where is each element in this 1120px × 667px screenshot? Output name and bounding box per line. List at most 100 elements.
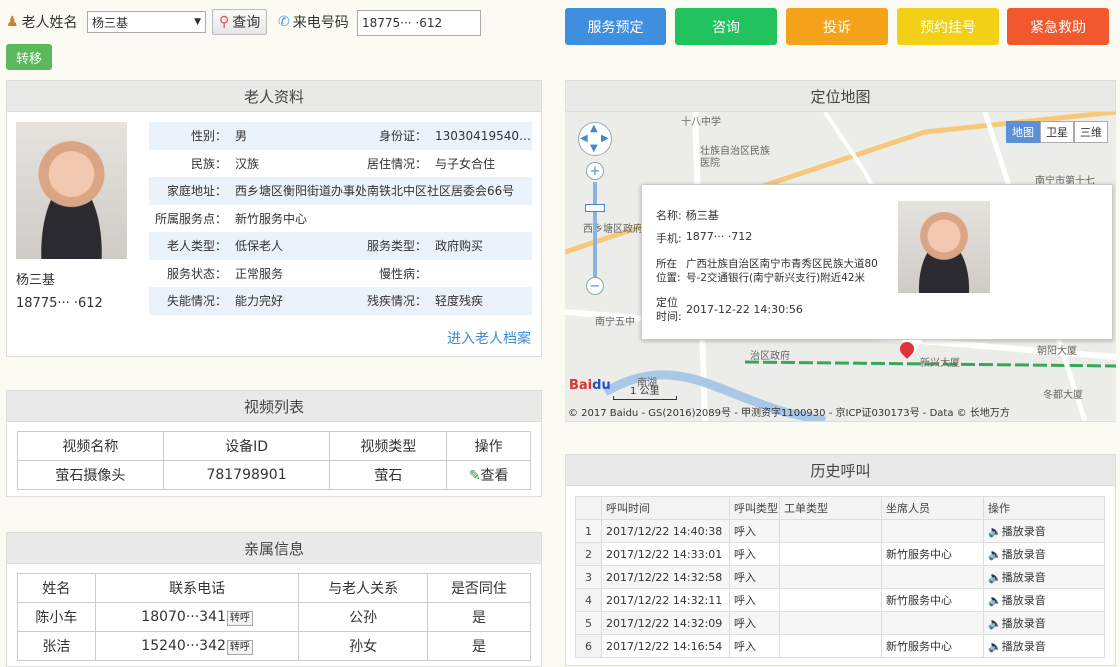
speaker-icon: 🔈 — [988, 548, 1002, 561]
location-popup: 名称: 杨三基 手机: 1877··· ·712 所在位置: 广西壮族自治区南宁市青秀… — [641, 184, 1113, 340]
row-number: 3 — [575, 565, 602, 589]
info-key: 慢性病： — [378, 266, 427, 281]
play-recording-button[interactable]: 🔈播放录音 — [983, 611, 1105, 635]
zoom-handle[interactable] — [585, 204, 605, 212]
map-label: 南宁五中 — [595, 317, 635, 328]
call-type: 呼入 — [729, 542, 780, 566]
scale-bar — [613, 396, 677, 400]
transfer-button[interactable]: 转移 — [6, 44, 52, 70]
play-recording-button[interactable]: 🔈播放录音 — [983, 634, 1105, 658]
call-time: 2017/12/22 14:33:01 — [601, 542, 730, 566]
relatives-title: 亲属信息 — [7, 533, 541, 564]
row-number: 6 — [575, 634, 602, 658]
info-value: 男 — [235, 129, 248, 144]
zoom-in-button[interactable]: + — [586, 162, 604, 180]
map-type-map[interactable]: 地图 — [1006, 121, 1040, 143]
consult-button[interactable]: 咨询 — [675, 8, 777, 45]
profile-info-row: 失能情况： 能力完好 残疾情况： 轻度残疾 — [149, 287, 532, 315]
scale-label: 1 公里 — [630, 386, 660, 397]
video-title: 视频列表 — [7, 391, 541, 422]
call-time: 2017/12/22 14:40:38 — [601, 519, 730, 543]
search-icon: ⚲ — [219, 14, 230, 30]
speaker-icon: 🔈 — [988, 640, 1002, 653]
profile-info-table: 性别： 男 身份证： 13030419540101... 民族： 汉族 居住情况： 与子女合住… — [149, 122, 532, 315]
relative-relation: 孙女 — [298, 631, 428, 661]
zoom-slider[interactable] — [593, 182, 597, 282]
column-header: 操作 — [983, 496, 1105, 520]
agent: 新竹服务中心 — [881, 542, 984, 566]
row-number: 5 — [575, 611, 602, 635]
call-type: 呼入 — [729, 634, 780, 658]
elder-name: 杨三基 — [16, 273, 56, 288]
pan-down-icon: ▼ — [590, 143, 598, 154]
archive-link[interactable]: 进入老人档案 — [447, 328, 531, 348]
info-value: 政府购买 — [435, 239, 484, 254]
info-value: 西乡塘区衡阳街道办事处南铁北中区社区居委会66号 — [235, 184, 515, 199]
history-panel: 历史呼叫 呼叫时间 呼叫类型 工单类型 坐席人员 操作 1 2017/12/22 … — [565, 454, 1116, 666]
info-value: 13030419540101... — [435, 128, 532, 143]
query-button[interactable]: ⚲ 查询 — [212, 9, 268, 35]
profile-info-row: 民族： 汉族 居住情况： 与子女合住 — [149, 149, 532, 177]
play-recording-button[interactable]: 🔈播放录音 — [983, 588, 1105, 612]
call-type: 呼入 — [729, 611, 780, 635]
view-button[interactable]: ✎查看 — [446, 460, 531, 490]
zoom-out-button[interactable]: − — [586, 277, 604, 295]
video-name: 萤石摄像头 — [17, 460, 164, 490]
relative-relation: 公孙 — [298, 602, 428, 632]
pan-control[interactable]: ▲ ▼ ◀ ▶ — [578, 122, 612, 156]
call-transfer-button[interactable]: 转呼 — [226, 640, 253, 655]
order-type — [779, 611, 882, 635]
elder-phone: 18775··· ·612 — [16, 296, 103, 311]
info-key: 失能情况： — [166, 294, 227, 309]
info-key: 居住情况： — [366, 156, 427, 171]
agent — [881, 611, 984, 635]
table-row: 5 2017/12/22 14:32:09 呼入 🔈播放录音 — [575, 611, 1105, 635]
video-panel: 视频列表 视频名称 设备ID 视频类型 操作 萤石摄像头 781798901 萤… — [6, 390, 542, 497]
info-key: 所属服务点： — [154, 211, 227, 226]
order-type — [779, 519, 882, 543]
column-header: 呼叫时间 — [601, 496, 730, 520]
agent — [881, 565, 984, 589]
play-recording-button[interactable]: 🔈播放录音 — [983, 519, 1105, 543]
play-recording-button[interactable]: 🔈播放录音 — [983, 542, 1105, 566]
speaker-icon: 🔈 — [988, 594, 1002, 607]
map-type-3d[interactable]: 三维 — [1074, 121, 1108, 143]
complaint-button[interactable]: 投诉 — [786, 8, 888, 45]
info-key: 服务类型： — [366, 239, 427, 254]
info-key: 老人类型： — [166, 239, 227, 254]
table-row: 萤石摄像头 781798901 萤石 ✎查看 — [17, 460, 531, 490]
phone-input[interactable]: 18775··· ·612 — [357, 10, 481, 36]
table-header-row: 姓名 联系电话 与老人关系 是否同住 — [17, 573, 532, 603]
baidu-logo: Baidu — [569, 378, 611, 393]
column-header: 设备ID — [162, 431, 331, 461]
map-label: 新兴大厦 — [920, 358, 960, 369]
table-header-row: 呼叫时间 呼叫类型 工单类型 坐席人员 操作 — [575, 496, 1105, 520]
relative-cohabit: 是 — [426, 631, 532, 661]
speaker-icon: 🔈 — [988, 617, 1002, 630]
elder-photo — [16, 122, 127, 259]
relative-name: 陈小车 — [17, 602, 96, 632]
phone-number: 15240···342 — [141, 638, 226, 654]
map-copyright: © 2017 Baidu - GS(2016)2089号 - 甲测资字11009… — [568, 408, 1010, 419]
appointment-button[interactable]: 预约挂号 — [897, 8, 999, 45]
map-label: 壮族自治区民族医院 — [700, 146, 770, 169]
popup-photo — [898, 201, 990, 293]
pan-up-icon: ▲ — [590, 123, 598, 134]
info-value: 新竹服务中心 — [235, 211, 308, 226]
column-header: 呼叫类型 — [729, 496, 780, 520]
call-transfer-button[interactable]: 转呼 — [226, 611, 253, 626]
table-row: 4 2017/12/22 14:32:11 呼入 新竹服务中心 🔈播放录音 — [575, 588, 1105, 612]
emergency-button[interactable]: 紧急救助 — [1007, 8, 1109, 45]
map-type-satellite[interactable]: 卫星 — [1040, 121, 1074, 143]
info-value: 正常服务 — [235, 266, 284, 281]
map-canvas[interactable]: 十八中学 壮族自治区民族医院 南宁市第十七 西乡塘区政府 南宁五中 治区政府 南… — [565, 112, 1116, 421]
elder-name-select[interactable]: 杨三基 ▼ — [87, 11, 206, 33]
relatives-table: 姓名 联系电话 与老人关系 是否同住 陈小车 18070···341 转呼 公孙是张洁… — [17, 573, 532, 661]
video-type: 萤石 — [329, 460, 448, 490]
play-recording-button[interactable]: 🔈播放录音 — [983, 565, 1105, 589]
info-key: 残疾情况： — [366, 294, 427, 309]
table-row: 陈小车 18070···341 转呼 公孙是 — [17, 602, 532, 632]
pan-left-icon: ◀ — [580, 133, 588, 144]
service-booking-button[interactable]: 服务预定 — [565, 8, 666, 45]
table-row: 1 2017/12/22 14:40:38 呼入 🔈播放录音 — [575, 519, 1105, 543]
